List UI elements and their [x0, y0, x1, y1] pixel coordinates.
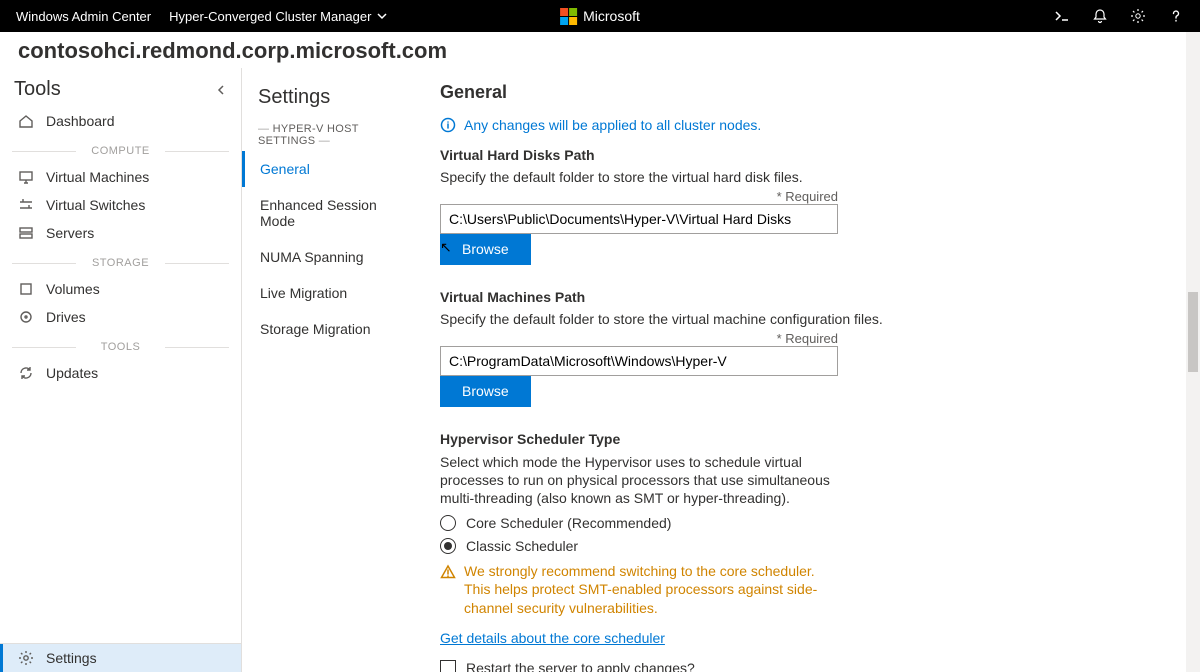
gear-icon [18, 650, 34, 666]
volume-icon [18, 281, 34, 297]
radio-label: Core Scheduler (Recommended) [466, 515, 671, 531]
vhd-browse-button[interactable]: Browse [440, 233, 531, 265]
nav-settings[interactable]: Settings [0, 644, 241, 672]
settings-item-esm[interactable]: Enhanced Session Mode [242, 187, 422, 239]
settings-item-numa[interactable]: NUMA Spanning [242, 239, 422, 275]
nav-label: Servers [46, 225, 94, 241]
settings-item-storagemigration[interactable]: Storage Migration [242, 311, 422, 347]
radio-icon [440, 538, 456, 554]
nav-label: Volumes [46, 281, 100, 297]
nav-group-storage: STORAGE [0, 257, 241, 269]
host-header: contosohci.redmond.corp.microsoft.com [0, 32, 1200, 68]
vhd-desc: Specify the default folder to store the … [440, 169, 1176, 185]
tools-panel: Tools Dashboard COMPUTE Virtual Machines… [0, 68, 242, 672]
info-icon [440, 117, 456, 133]
nav-updates[interactable]: Updates [0, 359, 241, 387]
host-name: contosohci.redmond.corp.microsoft.com [18, 38, 1182, 64]
nav-volumes[interactable]: Volumes [0, 275, 241, 303]
nav-label: Settings [46, 650, 97, 666]
scheduler-details-link[interactable]: Get details about the core scheduler [440, 630, 665, 646]
warning-icon [440, 564, 456, 580]
nav-dashboard[interactable]: Dashboard [0, 107, 241, 135]
restart-checkbox-row[interactable]: Restart the server to apply changes? [440, 660, 1176, 672]
titlebar-center: Microsoft [560, 8, 640, 25]
bell-icon[interactable] [1092, 8, 1108, 24]
nav-servers[interactable]: Servers [0, 219, 241, 247]
vertical-scrollbar[interactable] [1186, 32, 1200, 672]
settings-content: General Any changes will be applied to a… [422, 68, 1200, 672]
microsoft-logo-icon [560, 8, 577, 25]
settings-group-hyperv: HYPER-V HOST SETTINGS [242, 119, 422, 151]
titlebar: Windows Admin Center Hyper-Converged Clu… [0, 0, 1200, 32]
nav-group-compute: COMPUTE [0, 145, 241, 157]
drive-icon [18, 309, 34, 325]
module-dropdown[interactable]: Hyper-Converged Cluster Manager [169, 9, 387, 24]
nav-label: Dashboard [46, 113, 115, 129]
vm-title: Virtual Machines Path [440, 289, 1176, 305]
update-icon [18, 365, 34, 381]
settings-item-general[interactable]: General [242, 151, 422, 187]
switch-icon [18, 197, 34, 213]
radio-classic-scheduler[interactable]: Classic Scheduler [440, 538, 1176, 554]
settings-side-nav: Settings HYPER-V HOST SETTINGS General E… [242, 68, 422, 672]
scheduler-desc: Select which mode the Hypervisor uses to… [440, 453, 840, 508]
vm-browse-button[interactable]: Browse [440, 375, 531, 407]
nav-label: Updates [46, 365, 98, 381]
vm-icon [18, 169, 34, 185]
radio-label: Classic Scheduler [466, 538, 578, 554]
scheduler-section: Hypervisor Scheduler Type Select which m… [440, 431, 1176, 672]
checkbox-label: Restart the server to apply changes? [466, 660, 695, 672]
info-text: Any changes will be applied to all clust… [464, 117, 761, 133]
gear-icon[interactable] [1130, 8, 1146, 24]
warning-text: We strongly recommend switching to the c… [464, 562, 840, 619]
settings-item-livemigration[interactable]: Live Migration [242, 275, 422, 311]
help-icon[interactable] [1168, 8, 1184, 24]
nav-label: Virtual Switches [46, 197, 145, 213]
cloudshell-icon[interactable] [1054, 8, 1070, 24]
app-brand: Windows Admin Center [16, 9, 151, 24]
settings-title: Settings [242, 82, 422, 119]
nav-label: Virtual Machines [46, 169, 149, 185]
collapse-icon[interactable] [215, 84, 227, 96]
nav-drives[interactable]: Drives [0, 303, 241, 331]
page-title: General [440, 82, 1176, 103]
vhd-path-input[interactable] [440, 204, 838, 234]
scheduler-warning: We strongly recommend switching to the c… [440, 562, 840, 619]
vm-required: * Required [440, 331, 838, 346]
nav-virtual-machines[interactable]: Virtual Machines [0, 163, 241, 191]
vm-path-section: Virtual Machines Path Specify the defaul… [440, 289, 1176, 407]
nav-virtual-switches[interactable]: Virtual Switches [0, 191, 241, 219]
nav-group-tools: TOOLS [0, 341, 241, 353]
chevron-down-icon [377, 11, 387, 21]
microsoft-label: Microsoft [583, 8, 640, 24]
vhd-path-section: Virtual Hard Disks Path ↖ Specify the de… [440, 147, 1176, 265]
radio-icon [440, 515, 456, 531]
home-icon [18, 113, 34, 129]
server-icon [18, 225, 34, 241]
vm-desc: Specify the default folder to store the … [440, 311, 1176, 327]
tools-title: Tools [14, 78, 61, 101]
module-label: Hyper-Converged Cluster Manager [169, 9, 371, 24]
vhd-required: * Required [440, 189, 838, 204]
nav-label: Drives [46, 309, 86, 325]
checkbox-icon [440, 660, 456, 672]
vm-path-input[interactable] [440, 346, 838, 376]
radio-core-scheduler[interactable]: Core Scheduler (Recommended) [440, 515, 1176, 531]
scheduler-title: Hypervisor Scheduler Type [440, 431, 1176, 447]
info-banner: Any changes will be applied to all clust… [440, 117, 1176, 133]
vhd-title: Virtual Hard Disks Path [440, 147, 1176, 163]
scrollbar-thumb[interactable] [1188, 292, 1198, 372]
